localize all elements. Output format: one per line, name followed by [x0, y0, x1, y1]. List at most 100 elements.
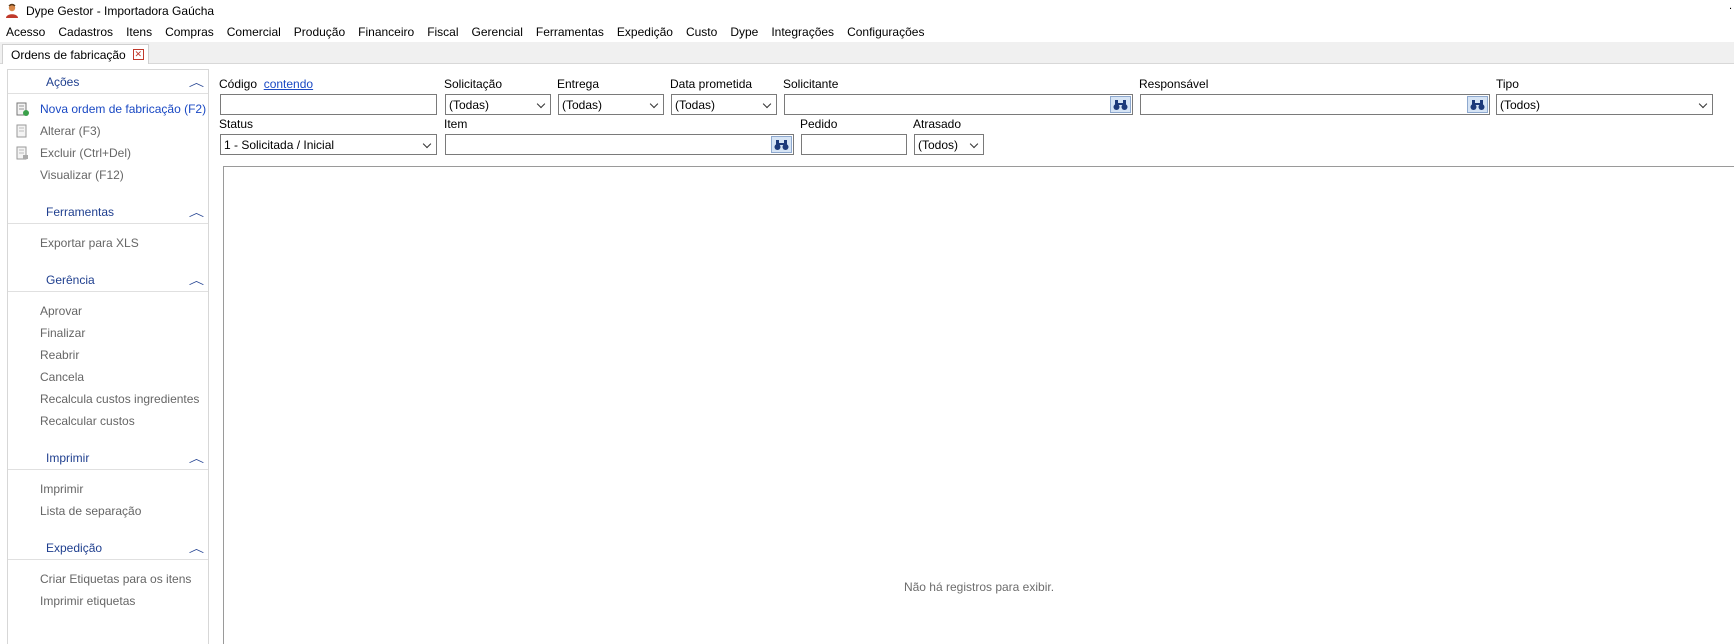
- codigo-label-text: Código: [219, 77, 258, 91]
- action-excluir[interactable]: Excluir (Ctrl+Del): [8, 142, 208, 164]
- close-icon[interactable]: ✕: [132, 49, 144, 60]
- menu-gerencial[interactable]: Gerencial: [472, 25, 523, 39]
- status-label: Status: [219, 117, 254, 131]
- action-label: Recalcula custos ingredientes: [40, 392, 200, 406]
- action-aprovar[interactable]: Aprovar: [8, 300, 208, 322]
- menu-financeiro[interactable]: Financeiro: [358, 25, 414, 39]
- menu-compras[interactable]: Compras: [165, 25, 214, 39]
- binoculars-search-icon[interactable]: [1467, 96, 1488, 113]
- action-label: Cancela: [40, 370, 85, 384]
- action-alterar[interactable]: Alterar (F3): [8, 120, 208, 142]
- menu-cadastros[interactable]: Cadastros: [58, 25, 113, 39]
- menu-integracoes[interactable]: Integrações: [771, 25, 834, 39]
- section-expedicao: Expedição ︿ Criar Etiquetas para os iten…: [8, 536, 208, 618]
- section-header-imprimir[interactable]: Imprimir ︿: [8, 446, 208, 470]
- menu-ferramentas[interactable]: Ferramentas: [536, 25, 604, 39]
- menu-comercial[interactable]: Comercial: [227, 25, 281, 39]
- status-value: 1 - Solicitada / Inicial: [224, 137, 335, 152]
- codigo-input[interactable]: [220, 94, 437, 115]
- entrega-select[interactable]: (Todas): [558, 94, 664, 115]
- chevron-up-icon[interactable]: ︿: [189, 74, 204, 90]
- section-header-gerencia[interactable]: Gerência ︿: [8, 268, 208, 292]
- action-label: Alterar (F3): [40, 124, 101, 138]
- action-label: Imprimir: [40, 482, 84, 496]
- section-imprimir: Imprimir ︿ Imprimir Lista de separação: [8, 446, 208, 528]
- action-lista-separacao[interactable]: Lista de separação: [8, 500, 208, 522]
- section-title: Ferramentas: [46, 204, 115, 219]
- menu-custo[interactable]: Custo: [686, 25, 717, 39]
- action-finalizar[interactable]: Finalizar: [8, 322, 208, 344]
- chevron-up-icon[interactable]: ︿: [189, 204, 204, 220]
- section-title: Imprimir: [46, 450, 90, 465]
- atrasado-value: (Todos): [918, 137, 959, 152]
- tipo-select[interactable]: (Todos): [1496, 94, 1713, 115]
- filter-area: Código contendo Solicitação Entrega Data…: [219, 69, 1734, 165]
- tab-ordens-de-fabricacao[interactable]: Ordens de fabricação ✕: [2, 44, 149, 64]
- pedido-label: Pedido: [800, 117, 838, 131]
- menu-configuracoes[interactable]: Configurações: [847, 25, 924, 39]
- responsavel-input[interactable]: [1140, 94, 1490, 115]
- action-label: Visualizar (F12): [40, 168, 124, 182]
- solicitacao-select[interactable]: (Todas): [445, 94, 551, 115]
- status-select[interactable]: 1 - Solicitada / Inicial: [220, 134, 437, 155]
- menu-dype[interactable]: Dype: [730, 25, 758, 39]
- binoculars-search-icon[interactable]: [771, 136, 792, 153]
- menu-acesso[interactable]: Acesso: [6, 25, 45, 39]
- entrega-value: (Todas): [562, 97, 603, 112]
- contendo-link[interactable]: contendo: [264, 77, 313, 91]
- chevron-up-icon[interactable]: ︿: [189, 540, 204, 556]
- section-header-expedicao[interactable]: Expedição ︿: [8, 536, 208, 560]
- solicitacao-value: (Todas): [449, 97, 490, 112]
- window-corner-mark: .: [1728, 0, 1732, 12]
- edit-document-icon: [15, 124, 29, 138]
- action-label: Excluir (Ctrl+Del): [40, 146, 132, 160]
- responsavel-label: Responsável: [1139, 77, 1209, 91]
- window-title: Dype Gestor - Importadora Gaúcha: [26, 4, 215, 18]
- action-criar-etiquetas[interactable]: Criar Etiquetas para os itens: [8, 568, 208, 590]
- action-label: Exportar para XLS: [40, 236, 139, 250]
- chevron-up-icon[interactable]: ︿: [189, 450, 204, 466]
- tipo-value: (Todos): [1500, 97, 1541, 112]
- action-label: Aprovar: [40, 304, 83, 318]
- person-user-icon: [4, 3, 20, 19]
- menu-expedicao[interactable]: Expedição: [617, 25, 673, 39]
- section-acoes: Ações ︿ Nova ordem de fabricação (F2) Al…: [8, 70, 208, 192]
- atrasado-select[interactable]: (Todos): [914, 134, 984, 155]
- action-label: Finalizar: [40, 326, 86, 340]
- data-prometida-label: Data prometida: [670, 77, 753, 91]
- empty-message: Não há registros para exibir.: [903, 580, 1055, 594]
- actions-panel: Ações ︿ Nova ordem de fabricação (F2) Al…: [7, 69, 209, 644]
- action-label: Lista de separação: [40, 504, 142, 518]
- menu-producao[interactable]: Produção: [294, 25, 345, 39]
- tab-label: Ordens de fabricação: [11, 47, 126, 62]
- section-header-ferramentas[interactable]: Ferramentas ︿: [8, 200, 208, 224]
- results-grid[interactable]: Não há registros para exibir.: [223, 166, 1734, 644]
- action-cancela[interactable]: Cancela: [8, 366, 208, 388]
- action-recalcular-custos[interactable]: Recalcular custos: [8, 410, 208, 432]
- chevron-up-icon[interactable]: ︿: [189, 272, 204, 288]
- action-recalcula-custos-ingredientes[interactable]: Recalcula custos ingredientes: [8, 388, 208, 410]
- action-nova-ordem[interactable]: Nova ordem de fabricação (F2): [8, 98, 208, 120]
- new-document-icon: [15, 102, 29, 116]
- solicitante-input[interactable]: [784, 94, 1133, 115]
- delete-document-icon: [15, 146, 29, 160]
- tab-strip: Ordens de fabricação ✕: [0, 42, 1734, 64]
- menu-itens[interactable]: Itens: [126, 25, 152, 39]
- section-header-acoes[interactable]: Ações ︿: [8, 70, 208, 94]
- title-bar: Dype Gestor - Importadora Gaúcha .: [0, 0, 1734, 22]
- item-input[interactable]: [445, 134, 794, 155]
- data-prometida-select[interactable]: (Todas): [671, 94, 777, 115]
- binoculars-search-icon[interactable]: [1110, 96, 1131, 113]
- action-label: Recalcular custos: [40, 414, 135, 428]
- action-label: Criar Etiquetas para os itens: [40, 572, 192, 586]
- action-visualizar[interactable]: Visualizar (F12): [8, 164, 208, 186]
- menu-fiscal[interactable]: Fiscal: [427, 25, 458, 39]
- section-ferramentas: Ferramentas ︿ Exportar para XLS: [8, 200, 208, 260]
- pedido-input[interactable]: [801, 134, 907, 155]
- action-exportar-xls[interactable]: Exportar para XLS: [8, 232, 208, 254]
- codigo-label: Código contendo: [219, 77, 313, 91]
- action-reabrir[interactable]: Reabrir: [8, 344, 208, 366]
- action-imprimir-etiquetas[interactable]: Imprimir etiquetas: [8, 590, 208, 612]
- action-imprimir[interactable]: Imprimir: [8, 478, 208, 500]
- section-title: Gerência: [46, 272, 95, 287]
